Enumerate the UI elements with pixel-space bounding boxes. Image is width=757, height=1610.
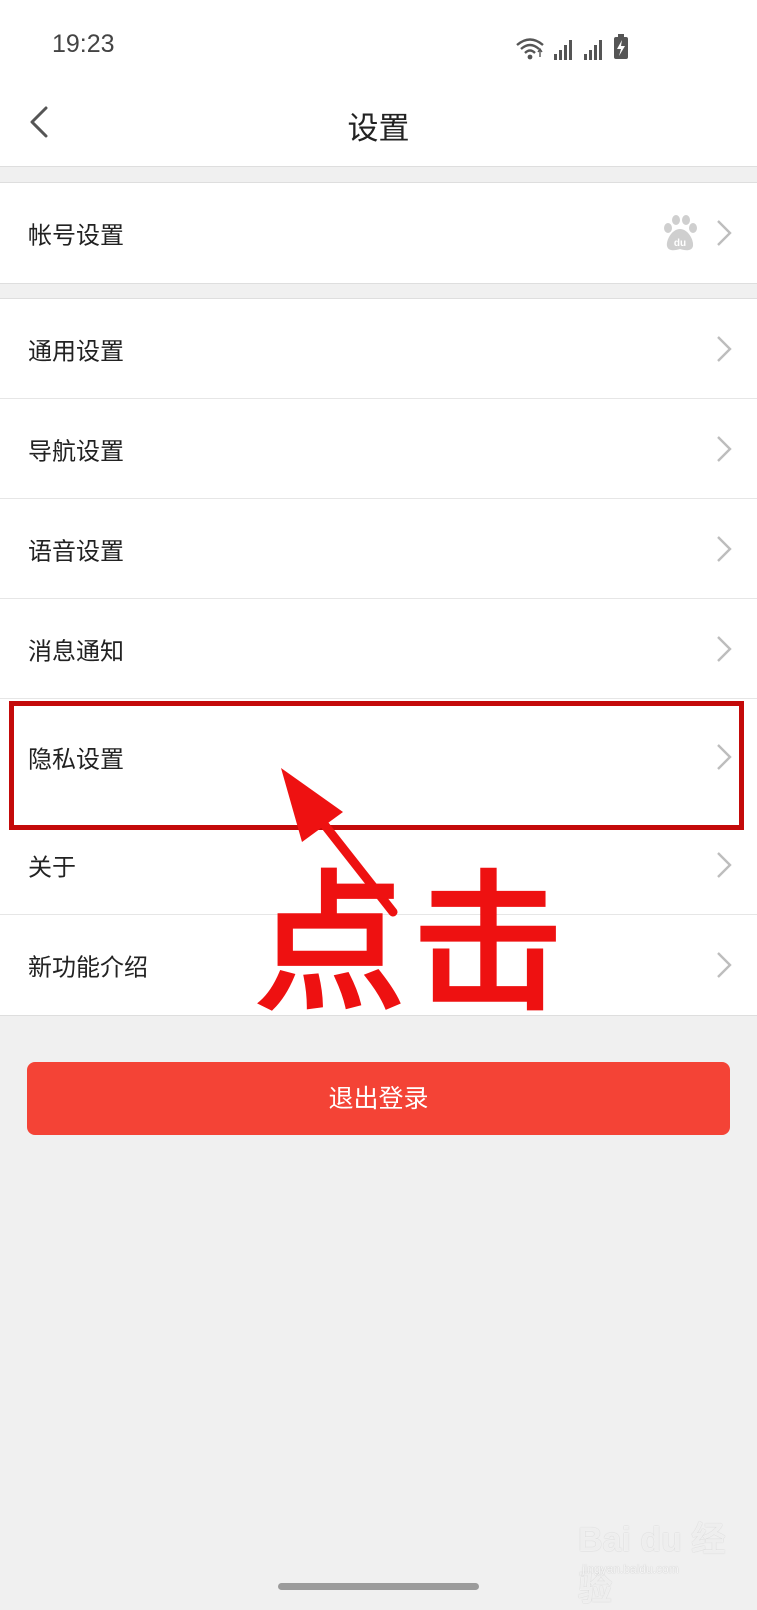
row-label: 新功能介绍 xyxy=(28,953,148,982)
top-bar: 19:23 设置 xyxy=(0,0,757,167)
chevron-right-icon xyxy=(717,635,732,662)
chevron-right-icon xyxy=(717,435,732,462)
settings-row-general[interactable]: 通用设置 xyxy=(0,299,757,399)
annotation-click-label: 点击 xyxy=(255,858,572,1032)
row-label: 关于 xyxy=(28,853,76,881)
baidu-watermark-url: jingyan.baidu.com xyxy=(582,1562,679,1576)
row-label: 语音设置 xyxy=(28,537,124,565)
chevron-right-icon xyxy=(717,851,732,878)
svg-text:du: du xyxy=(674,238,686,249)
settings-row-account[interactable]: 帐号设置 du xyxy=(0,183,757,283)
home-indicator[interactable] xyxy=(278,1583,479,1590)
settings-row-notifications[interactable]: 消息通知 xyxy=(0,599,757,699)
account-settings-group: 帐号设置 du xyxy=(0,182,757,284)
row-label: 通用设置 xyxy=(28,337,124,365)
chevron-right-icon xyxy=(717,535,732,562)
settings-row-voice[interactable]: 语音设置 xyxy=(0,499,757,599)
row-label: 帐号设置 xyxy=(28,221,124,250)
chevron-right-icon xyxy=(717,335,732,362)
settings-row-navigation[interactable]: 导航设置 xyxy=(0,399,757,499)
annotation-highlight-box xyxy=(9,701,744,830)
baidu-paw-icon: du xyxy=(664,215,697,251)
signal-icon xyxy=(584,40,602,60)
wifi-icon xyxy=(516,38,544,60)
chevron-right-icon xyxy=(717,220,732,246)
status-time: 19:23 xyxy=(52,30,115,58)
logout-button[interactable]: 退出登录 xyxy=(27,1062,730,1135)
signal-icon xyxy=(554,40,572,60)
page-title: 设置 xyxy=(347,111,410,147)
battery-charging-icon xyxy=(614,34,628,59)
status-icons xyxy=(515,34,629,60)
row-label: 消息通知 xyxy=(28,637,124,665)
chevron-right-icon xyxy=(717,952,732,978)
baidu-watermark: Bai du 经验 xyxy=(578,1521,726,1608)
row-label: 导航设置 xyxy=(28,437,124,465)
